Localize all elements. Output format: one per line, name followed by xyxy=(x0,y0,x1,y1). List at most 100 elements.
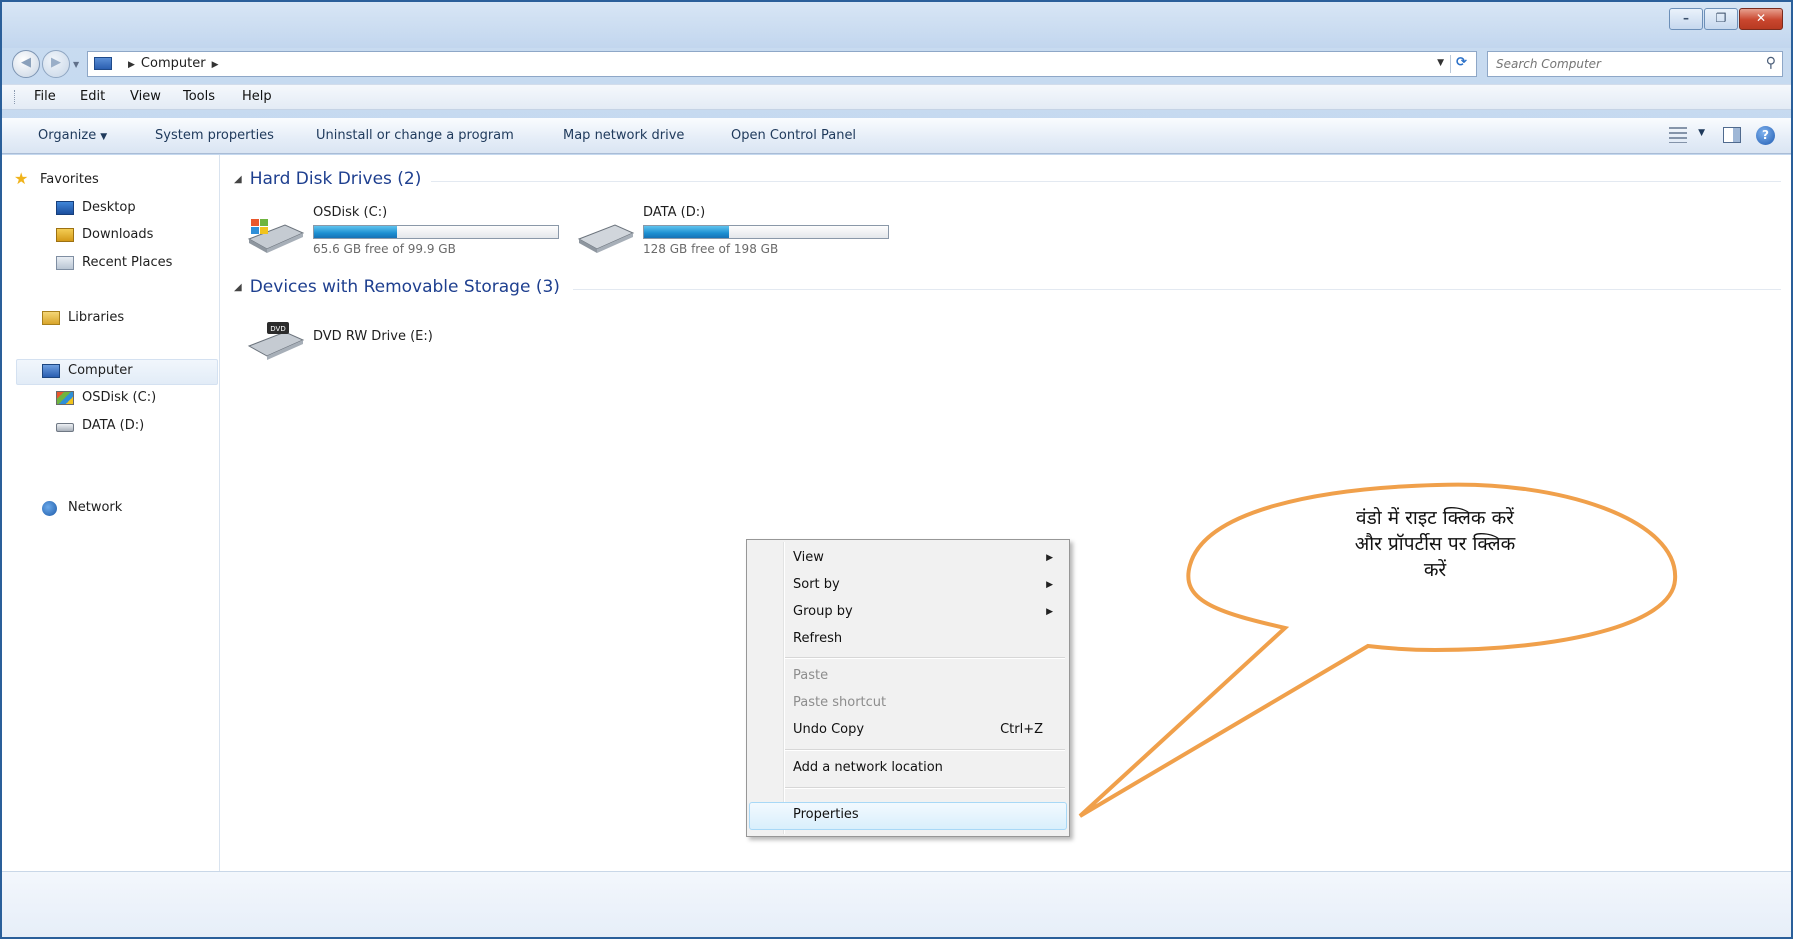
map-network-drive-button[interactable]: Map network drive xyxy=(563,128,684,143)
nav-osdisk[interactable]: OSDisk (C:) xyxy=(56,390,157,405)
menu-tools[interactable]: Tools xyxy=(183,89,215,104)
drive-c-usage-bar xyxy=(313,225,559,239)
history-dropdown-icon[interactable]: ▼ xyxy=(73,60,79,69)
address-dropdown-icon[interactable]: ▼ xyxy=(1437,58,1444,68)
menu-view[interactable]: View xyxy=(130,89,161,104)
close-icon: ✕ xyxy=(1755,11,1767,25)
view-dropdown-icon[interactable]: ▼ xyxy=(1698,128,1705,138)
search-box[interactable]: ⚲ xyxy=(1487,51,1783,77)
group-header-removable[interactable]: ◢ Devices with Removable Storage (3) xyxy=(234,277,560,297)
drive-d[interactable]: DATA (D:) 128 GB free of 198 GB xyxy=(575,205,915,265)
libraries-icon xyxy=(42,311,60,325)
chevron-down-icon: ▼ xyxy=(100,132,108,142)
dvd-drive-icon: DVD xyxy=(247,322,305,360)
nav-computer-label: Computer xyxy=(68,363,133,378)
submenu-arrow-icon: ▶ xyxy=(1046,607,1053,617)
drive-d-free-space: 128 GB free of 198 GB xyxy=(643,242,779,256)
downloads-icon xyxy=(56,228,74,242)
nav-computer[interactable]: Computer xyxy=(42,363,133,378)
nav-downloads[interactable]: Downloads xyxy=(56,227,154,242)
drive-d-usage-fill xyxy=(644,226,730,238)
organize-button[interactable]: Organize ▼ xyxy=(38,128,107,143)
ctx-undo-copy[interactable]: Undo Copy xyxy=(793,722,864,737)
callout-line-3: करें xyxy=(1423,559,1447,581)
menu-grip xyxy=(14,90,15,104)
menu-gutter xyxy=(783,542,785,834)
organize-label: Organize xyxy=(38,128,97,143)
breadcrumb-computer[interactable]: Computer xyxy=(141,56,206,71)
group-hard-disks-label: Hard Disk Drives (2) xyxy=(249,169,422,189)
caption-buttons: – ❐ ✕ xyxy=(1668,8,1783,30)
uninstall-program-button[interactable]: Uninstall or change a program xyxy=(316,128,514,143)
nav-data-label: DATA (D:) xyxy=(82,418,145,433)
collapse-triangle-icon[interactable]: ◢ xyxy=(234,282,242,293)
group-divider xyxy=(573,289,1781,290)
callout-text: वंडो में राइट क्लिक करें और प्रॉपर्टीस प… xyxy=(1290,505,1580,583)
ctx-group-by[interactable]: Group by xyxy=(793,604,853,619)
ctx-refresh[interactable]: Refresh xyxy=(793,631,842,646)
nav-osdisk-label: OSDisk (C:) xyxy=(82,390,157,405)
minimize-icon: – xyxy=(1683,11,1689,25)
change-view-icon[interactable] xyxy=(1669,127,1687,143)
menu-separator xyxy=(785,657,1065,659)
submenu-arrow-icon: ▶ xyxy=(1046,580,1053,590)
command-bar: Organize ▼ System properties Uninstall or… xyxy=(2,118,1791,154)
nav-libraries[interactable]: Libraries xyxy=(42,310,125,325)
maximize-button[interactable]: ❐ xyxy=(1704,8,1738,30)
back-button[interactable]: ◀ xyxy=(12,50,40,78)
refresh-icon[interactable]: ⟳ xyxy=(1450,55,1472,73)
preview-pane-icon[interactable] xyxy=(1723,127,1741,143)
menu-bar: File Edit View Tools Help xyxy=(2,84,1791,110)
callout-line-1: वंडो में राइट क्लिक करें xyxy=(1356,507,1514,529)
menu-separator xyxy=(785,749,1065,751)
drive-icon xyxy=(56,423,74,432)
system-properties-button[interactable]: System properties xyxy=(155,128,274,143)
nav-libraries-label: Libraries xyxy=(68,310,125,325)
menu-separator xyxy=(785,787,1065,789)
ctx-undo-shortcut: Ctrl+Z xyxy=(1000,722,1043,737)
details-pane xyxy=(2,871,1791,937)
search-input[interactable] xyxy=(1496,56,1736,72)
hard-drive-icon xyxy=(577,224,635,253)
ctx-paste-shortcut: Paste shortcut xyxy=(793,695,887,710)
drive-d-usage-bar xyxy=(643,225,889,239)
drive-c[interactable]: OSDisk (C:) 65.6 GB free of 99.9 GB xyxy=(245,205,585,265)
chevron-right-icon[interactable]: ▶ xyxy=(212,60,219,70)
address-bar[interactable]: ▶ Computer ▶ ▼ ⟳ xyxy=(87,51,1477,77)
nav-desktop[interactable]: Desktop xyxy=(56,200,136,215)
os-drive-icon xyxy=(56,391,74,405)
star-icon: ★ xyxy=(14,169,29,188)
dvd-label: DVD xyxy=(270,325,285,333)
ctx-sort-by[interactable]: Sort by xyxy=(793,577,840,592)
title-bar xyxy=(2,2,1791,48)
submenu-arrow-icon: ▶ xyxy=(1046,553,1053,563)
forward-button[interactable]: ▶ xyxy=(42,50,70,78)
group-header-hard-disks[interactable]: ◢ Hard Disk Drives (2) xyxy=(234,169,421,189)
nav-data-drive[interactable]: DATA (D:) xyxy=(56,418,145,433)
drive-e[interactable]: DVD DVD RW Drive (E:) xyxy=(245,313,485,373)
breadcrumb[interactable]: ▶ Computer ▶ xyxy=(122,56,224,71)
callout-line-2: और प्रॉपर्टीस पर क्लिक xyxy=(1354,533,1516,555)
ctx-properties[interactable]: Properties xyxy=(793,807,859,822)
nav-recent-places[interactable]: Recent Places xyxy=(56,255,172,270)
nav-favorites-label: Favorites xyxy=(40,172,99,187)
nav-downloads-label: Downloads xyxy=(82,227,154,242)
ctx-view[interactable]: View xyxy=(793,550,824,565)
maximize-icon: ❐ xyxy=(1715,11,1727,25)
open-control-panel-button[interactable]: Open Control Panel xyxy=(731,128,856,143)
collapse-triangle-icon[interactable]: ◢ xyxy=(234,174,242,185)
nav-favorites[interactable]: ★ Favorites xyxy=(14,169,99,188)
menu-help[interactable]: Help xyxy=(242,89,272,104)
minimize-button[interactable]: – xyxy=(1669,8,1703,30)
group-removable-label: Devices with Removable Storage (3) xyxy=(249,277,560,297)
menu-file[interactable]: File xyxy=(34,89,56,104)
help-icon[interactable]: ? xyxy=(1756,126,1775,145)
ctx-paste: Paste xyxy=(793,668,829,683)
menu-edit[interactable]: Edit xyxy=(80,89,105,104)
computer-icon xyxy=(94,57,112,70)
back-arrow-icon: ◀ xyxy=(21,55,31,70)
ctx-add-network-location[interactable]: Add a network location xyxy=(793,760,943,775)
nav-network[interactable]: Network xyxy=(42,500,122,516)
search-icon[interactable]: ⚲ xyxy=(1766,55,1776,71)
close-button[interactable]: ✕ xyxy=(1739,8,1783,30)
